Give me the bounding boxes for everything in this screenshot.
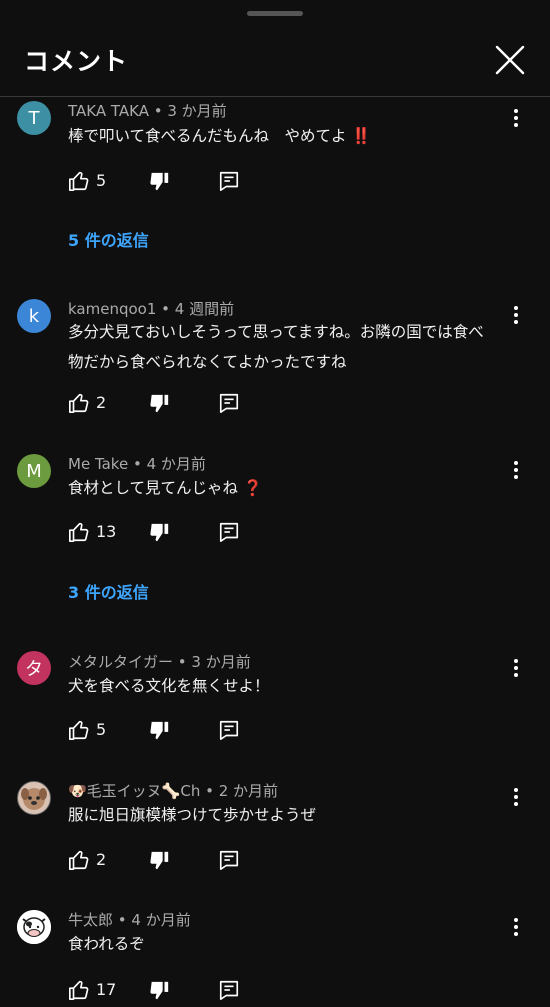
comment-text: 犬を食べる文化を無くせよ！ xyxy=(68,671,508,701)
comment-actions: 5 xyxy=(68,170,268,194)
comment-author-meta: 🐶毛玉イッヌ🦴Ch • 2 か月前 xyxy=(68,782,279,800)
more-options-button[interactable] xyxy=(504,915,528,939)
thumbs-up-icon xyxy=(69,720,89,740)
dislike-button[interactable] xyxy=(148,850,170,872)
comment-text: 食われるぞ xyxy=(68,929,508,959)
thumbs-up-icon xyxy=(69,171,89,191)
like-count: 5 xyxy=(96,720,107,739)
like-count: 2 xyxy=(96,850,107,869)
comment-line: 犬を食べる文化を無くせよ！ xyxy=(68,677,270,695)
comment-reply-icon xyxy=(219,393,239,413)
thumbs-up-icon xyxy=(69,522,89,542)
more-vert-icon xyxy=(514,306,518,324)
comment-reply-icon xyxy=(219,980,239,1000)
more-vert-icon xyxy=(514,788,518,806)
close-button[interactable] xyxy=(493,43,527,77)
comment-actions: 17 xyxy=(68,979,268,1003)
avatar[interactable]: M xyxy=(17,454,51,488)
avatar[interactable] xyxy=(17,781,51,815)
comment-author-meta: 牛太郎 • 4 か月前 xyxy=(68,911,191,929)
comment-reply-icon xyxy=(219,720,239,740)
like-count: 2 xyxy=(96,393,107,412)
thumbs-up-icon xyxy=(69,393,89,413)
more-options-button[interactable] xyxy=(504,458,528,482)
more-vert-icon xyxy=(514,918,518,936)
like-button[interactable] xyxy=(68,849,90,871)
view-replies-link[interactable]: 3 件の返信 xyxy=(68,579,149,603)
more-options-button[interactable] xyxy=(504,656,528,680)
avatar[interactable] xyxy=(17,910,51,944)
thumbs-down-icon xyxy=(150,851,169,870)
like-count: 13 xyxy=(96,522,117,541)
thumbs-down-icon xyxy=(150,172,169,191)
avatar-letter: k xyxy=(28,305,40,327)
comment-actions: 2 xyxy=(68,849,268,873)
comment-actions: 13 xyxy=(68,521,268,545)
comment-reply-icon xyxy=(219,522,239,542)
avatar-letter: T xyxy=(28,107,40,129)
comment-actions: 5 xyxy=(68,719,268,743)
thumbs-down-icon xyxy=(150,523,169,542)
comment-line: 棒で叩いて食べるんだもんね やめてよ ‼️ xyxy=(68,127,371,145)
like-button[interactable] xyxy=(68,170,90,192)
more-vert-icon xyxy=(514,461,518,479)
page-title: コメント xyxy=(24,47,129,76)
comment-author-meta: Me Take • 4 か月前 xyxy=(68,455,206,473)
comment-text: 棒で叩いて食べるんだもんね やめてよ ‼️ xyxy=(68,121,508,151)
reply-button[interactable] xyxy=(218,392,240,414)
more-options-button[interactable] xyxy=(504,106,528,130)
like-button[interactable] xyxy=(68,719,90,741)
comment-line: 多分犬見ておいしそうって思ってますね。お隣の国では食べ xyxy=(68,323,484,341)
like-button[interactable] xyxy=(68,392,90,414)
avatar-letter: M xyxy=(26,460,42,482)
drag-handle[interactable] xyxy=(247,11,303,16)
comment-reply-icon xyxy=(219,850,239,870)
avatar[interactable]: T xyxy=(17,101,51,135)
more-vert-icon xyxy=(514,109,518,127)
comment-line: 服に旭日旗模様つけて歩かせようぜ xyxy=(68,806,317,824)
comments-header: コメント xyxy=(0,30,550,97)
avatar-letter: タ xyxy=(25,659,43,680)
thumbs-down-icon xyxy=(150,981,169,1000)
dislike-button[interactable] xyxy=(148,171,170,193)
reply-button[interactable] xyxy=(218,521,240,543)
close-icon xyxy=(495,45,525,75)
like-button[interactable] xyxy=(68,979,90,1001)
more-options-button[interactable] xyxy=(504,785,528,809)
comment-list: T TAKA TAKA • 3 か月前 棒で叩いて食べるんだもんね やめてよ ‼… xyxy=(0,97,550,1007)
dislike-button[interactable] xyxy=(148,522,170,544)
comment-actions: 2 xyxy=(68,392,268,416)
reply-button[interactable] xyxy=(218,170,240,192)
like-count: 5 xyxy=(96,171,107,190)
like-button[interactable] xyxy=(68,521,90,543)
comment-line: 食材として見てんじゃね ❓ xyxy=(68,479,263,497)
comment-text: 食材として見てんじゃね ❓ xyxy=(68,473,508,503)
dog-avatar-icon xyxy=(21,788,47,810)
comment-author-meta: TAKA TAKA • 3 か月前 xyxy=(68,102,227,120)
comment-line: 食われるぞ xyxy=(68,935,145,953)
comment-text: 服に旭日旗模様つけて歩かせようぜ xyxy=(68,800,508,830)
dislike-button[interactable] xyxy=(148,980,170,1002)
avatar[interactable]: k xyxy=(17,299,51,333)
comment-author-meta: kamenqoo1 • 4 週間前 xyxy=(68,300,235,318)
thumbs-up-icon xyxy=(69,850,89,870)
thumbs-up-icon xyxy=(69,980,89,1000)
more-vert-icon xyxy=(514,659,518,677)
dislike-button[interactable] xyxy=(148,720,170,742)
reply-button[interactable] xyxy=(218,719,240,741)
more-options-button[interactable] xyxy=(504,303,528,327)
view-replies-link[interactable]: 5 件の返信 xyxy=(68,227,149,251)
dislike-button[interactable] xyxy=(148,393,170,415)
reply-button[interactable] xyxy=(218,849,240,871)
comment-line: 物だから食べられなくてよかったですね xyxy=(68,353,347,371)
avatar[interactable]: タ xyxy=(17,651,51,685)
comment-reply-icon xyxy=(219,171,239,191)
comment-text: 多分犬見ておいしそうって思ってますね。お隣の国では食べ 物だから食べられなくてよ… xyxy=(68,317,508,377)
like-count: 17 xyxy=(96,980,117,999)
thumbs-down-icon xyxy=(150,394,169,413)
thumbs-down-icon xyxy=(150,721,169,740)
cow-avatar-icon xyxy=(17,910,51,944)
comment-author-meta: メタルタイガー • 3 か月前 xyxy=(68,653,251,671)
reply-button[interactable] xyxy=(218,979,240,1001)
